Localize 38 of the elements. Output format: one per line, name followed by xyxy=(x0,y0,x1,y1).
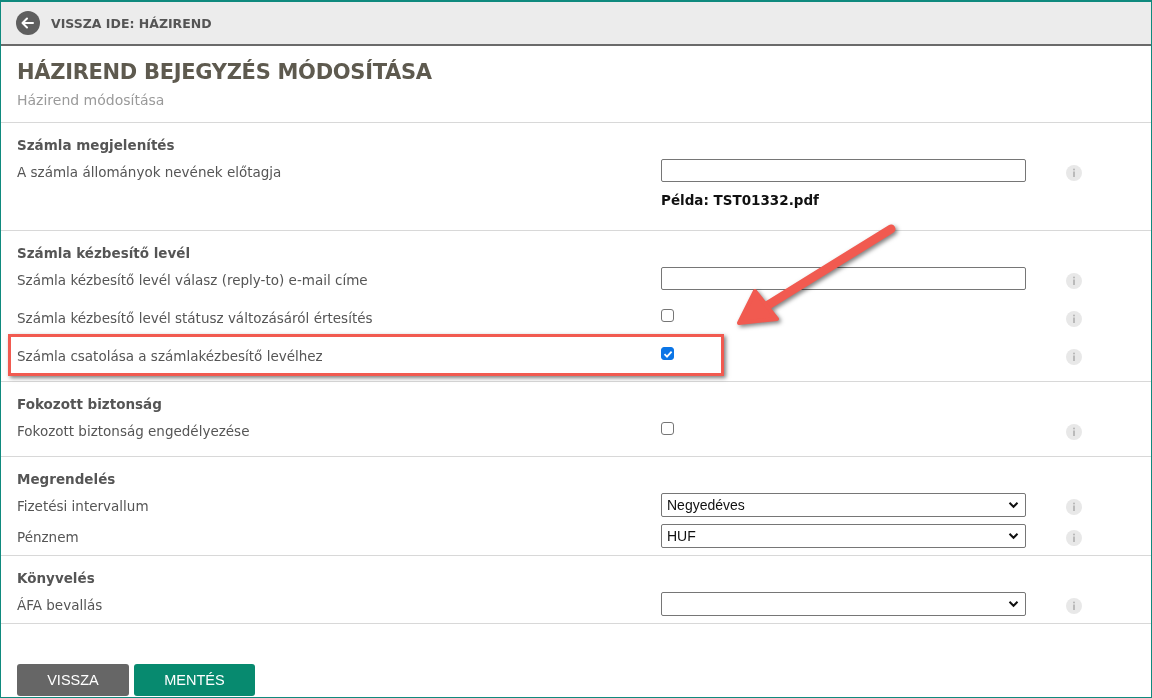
chevron-down-icon xyxy=(1008,600,1019,608)
section-heading: Fokozott biztonság xyxy=(16,395,163,414)
section-heading: Számla megjelenítés xyxy=(16,136,176,155)
checkbox[interactable] xyxy=(661,309,674,322)
section-heading: Megrendelés xyxy=(16,470,117,489)
field-label: Pénznem xyxy=(17,529,79,545)
checkbox[interactable] xyxy=(661,347,674,360)
action-button[interactable]: MENTÉS xyxy=(134,664,255,696)
info-icon[interactable] xyxy=(1066,499,1082,515)
checkbox[interactable] xyxy=(661,422,674,435)
field-label: Számla kézbesítő levél válasz (reply-to) e-mail címe xyxy=(17,272,368,288)
page-title: HÁZIREND BEJEGYZÉS MÓDOSÍTÁSA xyxy=(17,60,433,84)
info-icon[interactable] xyxy=(1066,598,1082,614)
info-icon[interactable] xyxy=(1066,311,1082,327)
field-label: Fokozott biztonság engedélyezése xyxy=(17,423,250,439)
info-icon[interactable] xyxy=(1066,530,1082,546)
dropdown[interactable]: Negyedéves xyxy=(661,493,1026,517)
action-button[interactable]: VISSZA xyxy=(17,664,129,696)
page-subtitle: Házirend módosítása xyxy=(17,92,166,108)
info-icon[interactable] xyxy=(1066,165,1082,181)
field-label: A számla állományok nevének előtagja xyxy=(17,164,282,180)
info-icon[interactable] xyxy=(1066,273,1082,289)
field-label: Számla kézbesítő levél státusz változásáról értesítés xyxy=(17,310,373,326)
back-link[interactable]: VISSZA IDE: HÁZIREND xyxy=(51,15,212,31)
input-field[interactable] xyxy=(661,267,1026,290)
field-label: Fizetési intervallum xyxy=(17,498,149,514)
dropdown[interactable] xyxy=(661,592,1026,616)
field-label: Számla csatolása a számlakézbesítő levélhez xyxy=(17,348,323,364)
chevron-down-icon xyxy=(1008,532,1019,540)
input-field[interactable] xyxy=(661,159,1026,182)
chevron-down-icon xyxy=(1008,501,1019,509)
section-heading: Számla kézbesítő levél xyxy=(16,244,192,263)
info-icon[interactable] xyxy=(1066,424,1082,440)
field-label: ÁFA bevallás xyxy=(17,597,103,613)
section-heading: Könyvelés xyxy=(16,569,96,588)
example-hint: Példa: TST01332.pdf xyxy=(661,192,820,208)
dropdown[interactable]: HUF xyxy=(661,524,1026,548)
info-icon[interactable] xyxy=(1066,349,1082,365)
